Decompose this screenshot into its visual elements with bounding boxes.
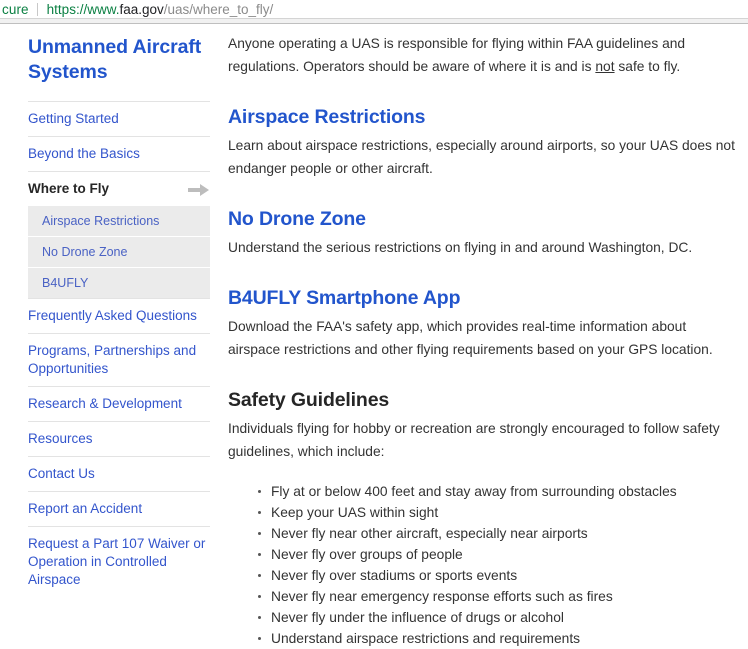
sidebar-item-resources[interactable]: Resources [28,421,210,456]
url-scheme: https://www. [46,1,120,17]
section-body-no-drone-zone: Understand the serious restrictions on f… [228,240,693,255]
list-item: Never fly over groups of people [258,544,740,565]
arrow-right-icon [188,183,210,196]
browser-address-bar[interactable]: cure https://www.faa.gov/uas/where_to_fl… [0,0,748,18]
list-item: Understand airspace restrictions and req… [258,628,740,649]
sidebar-item-where-to-fly[interactable]: Where to Fly [28,171,210,206]
sidebar-subitem-airspace-restrictions[interactable]: Airspace Restrictions [28,206,210,236]
section-body-b4ufly-smartphone-app: Download the FAA's safety app, which pro… [228,319,713,357]
sidebar-subnav: Airspace Restrictions No Drone Zone B4UF… [28,206,210,298]
page-content: Unmanned Aircraft Systems Getting Starte… [0,24,748,646]
sidebar-subitem-no-drone-zone[interactable]: No Drone Zone [28,236,210,267]
main-content: Anyone operating a UAS is responsible fo… [228,24,740,649]
sidebar-item-beyond-the-basics[interactable]: Beyond the Basics [28,136,210,171]
sidebar-item-label: Where to Fly [28,181,110,196]
intro-text-part2: safe to fly. [614,59,681,74]
address-bar-divider [36,2,38,16]
section-heading-airspace-restrictions[interactable]: Airspace Restrictions [228,105,740,129]
list-item: Fly at or below 400 feet and stay away f… [258,481,740,502]
url-path: /uas/where_to_fly/ [163,1,274,17]
secure-indicator-label: cure [2,1,29,17]
section-heading-b4ufly-smartphone-app[interactable]: B4UFLY Smartphone App [228,286,740,310]
sidebar-item-getting-started[interactable]: Getting Started [28,101,210,136]
list-item: Never fly near emergency response effort… [258,586,740,607]
section-heading-no-drone-zone[interactable]: No Drone Zone [228,207,740,231]
sidebar-item-contact-us[interactable]: Contact Us [28,456,210,491]
sidebar-item-research-and-development[interactable]: Research & Development [28,386,210,421]
sidebar-subnav-wrapper: Airspace Restrictions No Drone Zone B4UF… [28,206,210,298]
sidebar-nav-list: Getting Started Beyond the Basics Where … [0,101,226,597]
section-body-safety-guidelines: Individuals flying for hobby or recreati… [228,421,720,459]
sidebar-item-programs-partnerships-and-opportunities[interactable]: Programs, Partnerships and Opportunities [28,333,210,386]
intro-emphasis-not: not [595,59,615,74]
sidebar-item-report-an-accident[interactable]: Report an Accident [28,491,210,526]
sidebar-title: Unmanned Aircraft Systems [28,36,202,83]
url-host: faa.gov [119,1,164,17]
sidebar-item-frequently-asked-questions[interactable]: Frequently Asked Questions [28,298,210,333]
list-item: Never fly near other aircraft, especiall… [258,523,740,544]
intro-paragraph: Anyone operating a UAS is responsible fo… [228,32,740,78]
safety-guidelines-list: Fly at or below 400 feet and stay away f… [228,481,740,649]
sidebar-item-request-a-part-107-waiver[interactable]: Request a Part 107 Waiver or Operation i… [28,526,210,597]
sidebar: Unmanned Aircraft Systems Getting Starte… [0,24,226,597]
section-body-airspace-restrictions: Learn about airspace restrictions, espec… [228,138,735,176]
list-item: Never fly under the influence of drugs o… [258,607,740,628]
list-item: Keep your UAS within sight [258,502,740,523]
url-text: https://www.faa.gov/uas/where_to_fly/ [47,2,274,17]
section-heading-safety-guidelines: Safety Guidelines [228,389,390,411]
sidebar-subitem-b4ufly[interactable]: B4UFLY [28,267,210,298]
list-item: Never fly over stadiums or sports events [258,565,740,586]
